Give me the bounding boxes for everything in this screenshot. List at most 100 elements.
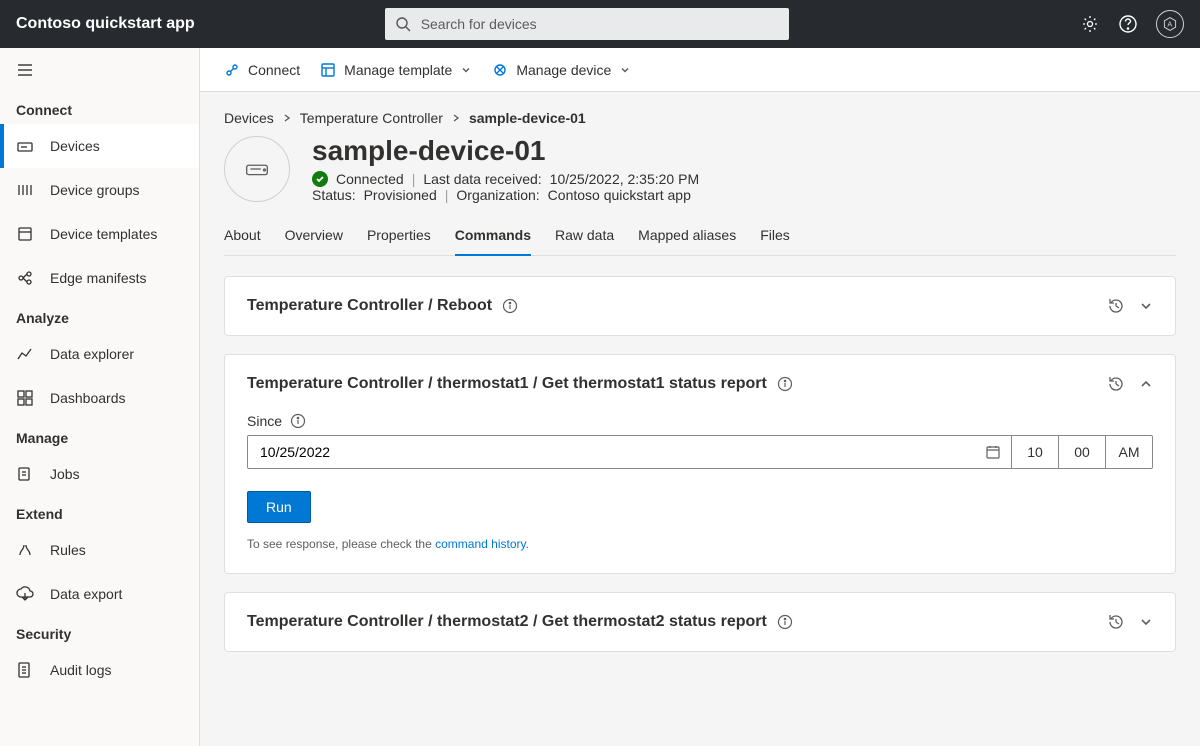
org-label: Organization: [456,187,539,203]
status-label: Status: [312,187,356,203]
audit-icon [16,661,34,679]
page-head: sample-device-01 Connected | Last data r… [224,136,1176,203]
device-icon [224,136,290,202]
sidebar-item-label: Rules [50,542,86,558]
sidebar-item-label: Data export [50,586,122,602]
command-title: Temperature Controller / Reboot [247,297,492,315]
chevron-down-icon[interactable] [1139,299,1153,313]
connect-label: Connect [248,62,300,78]
info-icon[interactable] [777,614,793,630]
tab-properties[interactable]: Properties [367,217,431,255]
sidebar-item-edge-manifests[interactable]: Edge manifests [0,256,199,300]
command-title: Temperature Controller / thermostat2 / G… [247,613,767,631]
templates-icon [16,225,34,243]
sidebar-item-label: Device groups [50,182,140,198]
svg-text:A: A [1167,19,1172,28]
devices-icon [16,137,34,155]
chevron-up-icon[interactable] [1139,377,1153,391]
org-value: Contoso quickstart app [548,187,691,203]
breadcrumb-current: sample-device-01 [469,110,586,126]
run-button[interactable]: Run [247,491,311,523]
command-card-header[interactable]: Temperature Controller / thermostat1 / G… [225,355,1175,413]
history-icon[interactable] [1107,375,1125,393]
sidebar-item-data-export[interactable]: Data export [0,572,199,616]
search-input[interactable] [419,15,779,33]
hour-input[interactable]: 10 [1011,436,1058,468]
connect-button[interactable]: Connect [224,62,300,78]
tab-about[interactable]: About [224,217,261,255]
page-title: sample-device-01 [312,136,699,167]
response-hint: To see response, please check the comman… [247,537,1153,551]
last-data-label: Last data received: [423,171,541,187]
help-icon[interactable] [1118,14,1138,34]
since-label: Since [247,413,1153,429]
status-value: Provisioned [364,187,437,203]
breadcrumb: Devices Temperature Controller sample-de… [224,110,1176,126]
gear-icon[interactable] [1080,14,1100,34]
avatar[interactable]: A [1156,10,1184,38]
sidebar: ConnectDevicesDevice groupsDevice templa… [0,48,200,746]
explorer-icon [16,345,34,363]
tab-mapped-aliases[interactable]: Mapped aliases [638,217,736,255]
sidebar-group-label: Extend [0,496,199,528]
sidebar-item-devices[interactable]: Devices [0,124,199,168]
sidebar-group-label: Analyze [0,300,199,332]
info-icon[interactable] [777,376,793,392]
groups-icon [16,181,34,199]
sidebar-item-label: Device templates [50,226,157,242]
dashboards-icon [16,389,34,407]
tab-raw-data[interactable]: Raw data [555,217,614,255]
sidebar-item-dashboards[interactable]: Dashboards [0,376,199,420]
breadcrumb-devices[interactable]: Devices [224,110,274,126]
command-card: Temperature Controller / thermostat1 / G… [224,354,1176,574]
last-data-value: 10/25/2022, 2:35:20 PM [550,171,699,187]
jobs-icon [16,465,34,483]
command-card-header[interactable]: Temperature Controller / Reboot [225,277,1175,335]
manage-template-button[interactable]: Manage template [320,62,472,78]
history-icon[interactable] [1107,613,1125,631]
manage-device-label: Manage device [516,62,611,78]
sidebar-item-device-groups[interactable]: Device groups [0,168,199,212]
sidebar-item-jobs[interactable]: Jobs [0,452,199,496]
info-icon[interactable] [502,298,518,314]
tab-files[interactable]: Files [760,217,790,255]
breadcrumb-template[interactable]: Temperature Controller [300,110,443,126]
sidebar-item-label: Devices [50,138,100,154]
header-actions: A [1080,10,1184,38]
date-input[interactable] [248,436,1011,468]
date-field[interactable] [258,443,985,461]
search-box[interactable] [385,8,789,40]
command-card-body: Since 1000AM Run To see response, please ch… [225,413,1175,573]
top-header: Contoso quickstart app A [0,0,1200,48]
sidebar-item-rules[interactable]: Rules [0,528,199,572]
minute-input[interactable]: 00 [1058,436,1105,468]
tab-commands[interactable]: Commands [455,217,531,255]
info-icon[interactable] [290,413,306,429]
rules-icon [16,541,34,559]
connected-check-icon [312,171,328,187]
device-manage-icon [492,62,508,78]
calendar-icon[interactable] [985,444,1001,460]
history-icon[interactable] [1107,297,1125,315]
command-history-link[interactable]: command history [435,537,525,551]
sidebar-group-label: Manage [0,420,199,452]
tab-overview[interactable]: Overview [285,217,343,255]
status-row-2: Status: Provisioned | Organization: Cont… [312,187,699,203]
app-title: Contoso quickstart app [16,15,195,33]
sidebar-item-data-explorer[interactable]: Data explorer [0,332,199,376]
sidebar-item-label: Edge manifests [50,270,147,286]
sidebar-item-device-templates[interactable]: Device templates [0,212,199,256]
manage-device-button[interactable]: Manage device [492,62,631,78]
template-icon [320,62,336,78]
toolbar: Connect Manage template Manage device [200,48,1200,92]
command-card: Temperature Controller / thermostat2 / G… [224,592,1176,652]
chevron-down-icon [619,64,631,76]
command-card-header[interactable]: Temperature Controller / thermostat2 / G… [225,593,1175,651]
sidebar-item-audit-logs[interactable]: Audit logs [0,648,199,692]
ampm-input[interactable]: AM [1105,436,1152,468]
search-icon [395,16,411,32]
hamburger-icon[interactable] [0,48,199,92]
chevron-down-icon[interactable] [1139,615,1153,629]
edge-icon [16,269,34,287]
chevron-down-icon [460,64,472,76]
